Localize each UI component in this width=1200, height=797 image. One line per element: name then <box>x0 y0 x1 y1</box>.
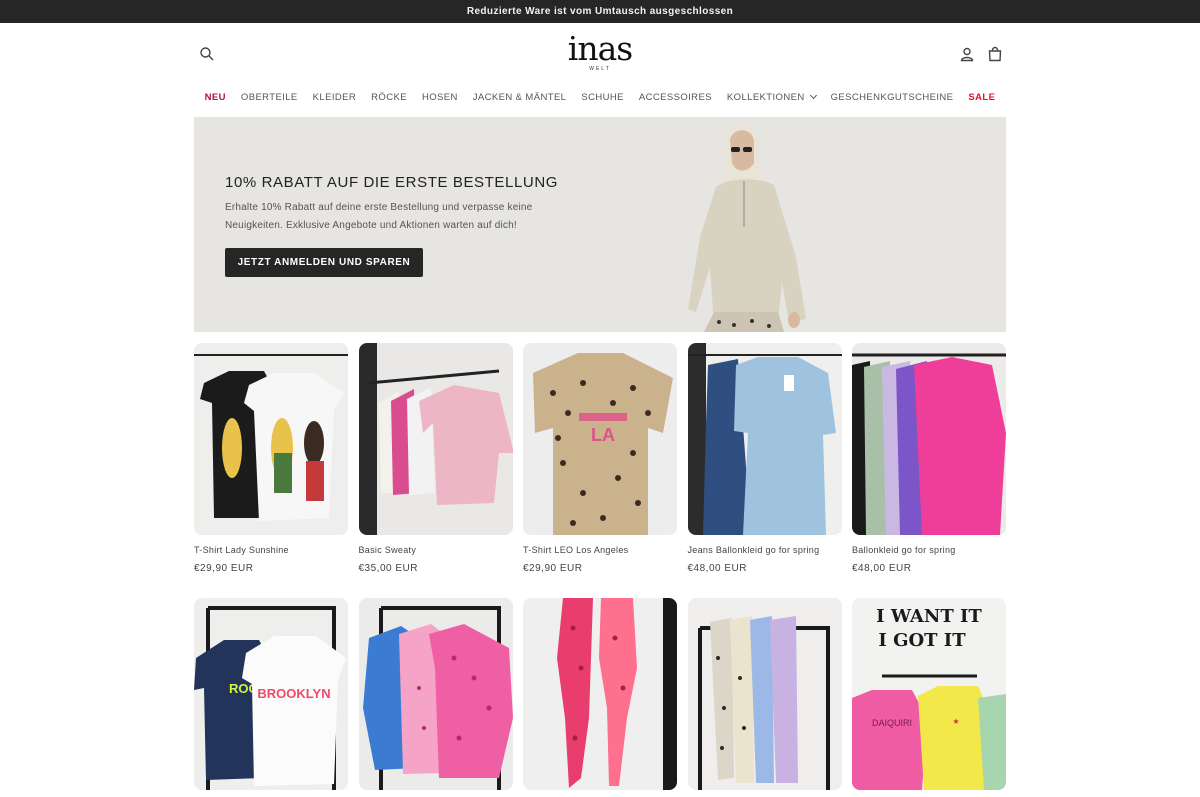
nav-label: NEU <box>204 91 226 103</box>
nav-item-neu[interactable]: NEU <box>205 89 226 105</box>
nav-item-kleider[interactable]: KLEIDER <box>313 89 356 105</box>
logo-wordmark: inas <box>567 29 633 68</box>
product-title[interactable]: Ballonkleid go for spring <box>852 545 1006 555</box>
product-title[interactable]: T-Shirt LEO Los Angeles <box>523 545 677 555</box>
nav-label: KOLLEKTIONEN <box>726 91 805 103</box>
nav-label: HOSEN <box>421 91 458 103</box>
nav-item-roecke[interactable]: RÖCKE <box>371 89 407 105</box>
product-image[interactable] <box>358 343 513 535</box>
product-card[interactable] <box>523 598 677 790</box>
product-image[interactable] <box>523 598 677 790</box>
svg-text:DAIQUIRI: DAIQUIRI <box>872 718 912 728</box>
nav-label: JACKEN & MÄNTEL <box>472 91 567 103</box>
signup-button[interactable]: JETZT ANMELDEN UND SPAREN <box>225 248 423 277</box>
logo[interactable]: inas WELT <box>540 29 660 72</box>
product-image[interactable]: ROOK BROOKLYN <box>194 598 348 790</box>
product-title[interactable]: Jeans Ballonkleid go for spring <box>688 545 842 555</box>
nav-item-oberteile[interactable]: OBERTEILE <box>241 89 298 105</box>
product-photo <box>687 598 842 790</box>
hero-banner: 10% RABATT AUF DIE ERSTE BESTELLUNG Erha… <box>194 117 1006 332</box>
sign-text: I WANT IT <box>876 606 982 627</box>
nav-label: GESCHENKGUTSCHEINE <box>830 91 954 103</box>
hero-model-image <box>688 123 806 332</box>
hero-text: Erhalte 10% Rabatt auf deine erste Beste… <box>225 202 533 231</box>
nav-item-geschenkgutscheine[interactable]: GESCHENKGUTSCHEINE <box>831 89 954 105</box>
nav-item-sale[interactable]: SALE <box>968 89 995 105</box>
chevron-down-icon <box>809 91 817 100</box>
nav-item-accessoires[interactable]: ACCESSOIRES <box>639 89 712 105</box>
site-header: inas WELT NEU OBERTEILE KLEIDER RÖCKE HO… <box>0 23 1200 117</box>
svg-text:LA: LA <box>591 425 615 445</box>
nav-label: SCHUHE <box>581 91 624 103</box>
nav-label: ACCESSOIRES <box>638 91 712 103</box>
product-image[interactable] <box>358 598 513 790</box>
product-title[interactable]: T-Shirt Lady Sunshine <box>194 545 348 555</box>
product-price: €48,00 EUR <box>687 563 747 574</box>
logo-subtitle: WELT <box>589 66 611 72</box>
product-photo <box>852 343 1006 535</box>
product-price: €48,00 EUR <box>852 563 912 574</box>
product-photo: ROOK BROOKLYN <box>194 598 348 790</box>
nav-label: OBERTEILE <box>240 91 298 103</box>
product-photo <box>358 598 513 790</box>
product-image[interactable] <box>852 343 1006 535</box>
nav-label: KLEIDER <box>312 91 357 103</box>
product-image[interactable] <box>687 598 842 790</box>
nav-item-hosen[interactable]: HOSEN <box>422 89 458 105</box>
main-navigation: NEU OBERTEILE KLEIDER RÖCKE HOSEN JACKEN… <box>0 89 1200 105</box>
product-photo <box>687 343 842 535</box>
announcement-bar: Reduzierte Ware ist vom Umtausch ausgesc… <box>0 0 1200 23</box>
product-card[interactable]: Ballonkleid go for spring €48,00 EUR <box>852 343 1006 574</box>
nav-item-kollektionen[interactable]: KOLLEKTIONEN <box>726 89 817 105</box>
product-card[interactable]: ROOK BROOKLYN <box>194 598 348 790</box>
product-price: €29,90 EUR <box>523 563 583 574</box>
product-price: €29,90 EUR <box>194 563 254 574</box>
account-icon[interactable] <box>956 43 978 65</box>
product-photo <box>523 598 677 790</box>
product-card[interactable]: T-Shirt Lady Sunshine €29,90 EUR <box>194 343 348 574</box>
nav-label: SALE <box>968 91 996 103</box>
product-card[interactable]: Jeans Ballonkleid go for spring €48,00 E… <box>687 343 842 574</box>
shirt-print-text: BROOKLYN <box>257 686 330 701</box>
product-card[interactable] <box>687 598 842 790</box>
product-image[interactable] <box>194 343 348 535</box>
product-card[interactable]: I WANT IT I GOT IT DAIQUIRI ★ <box>852 598 1006 790</box>
product-photo: LA <box>523 343 677 535</box>
product-photo <box>358 343 513 535</box>
hero-title: 10% RABATT AUF DIE ERSTE BESTELLUNG <box>225 174 559 191</box>
product-image[interactable] <box>687 343 842 535</box>
product-price: €35,00 EUR <box>358 563 418 574</box>
cart-icon[interactable] <box>984 43 1006 65</box>
product-photo: I WANT IT I GOT IT DAIQUIRI ★ <box>852 598 1006 790</box>
announcement-text: Reduzierte Ware ist vom Umtausch ausgesc… <box>466 6 734 17</box>
product-title[interactable]: Basic Sweaty <box>359 545 513 555</box>
nav-item-schuhe[interactable]: SCHUHE <box>581 89 624 105</box>
svg-text:★: ★ <box>952 717 959 726</box>
nav-item-jacken-maentel[interactable]: JACKEN & MÄNTEL <box>473 89 567 105</box>
nav-label: RÖCKE <box>371 91 407 103</box>
search-icon[interactable] <box>196 43 218 65</box>
product-card[interactable]: LA T-Shirt LEO Los Angeles €29,90 EUR <box>523 343 677 574</box>
product-photo <box>194 343 348 535</box>
product-image[interactable]: I WANT IT I GOT IT DAIQUIRI ★ <box>852 598 1006 790</box>
product-card[interactable]: Basic Sweaty €35,00 EUR <box>358 343 513 574</box>
sign-text: I GOT IT <box>878 630 966 651</box>
product-card[interactable] <box>358 598 513 790</box>
product-image[interactable]: LA <box>523 343 677 535</box>
